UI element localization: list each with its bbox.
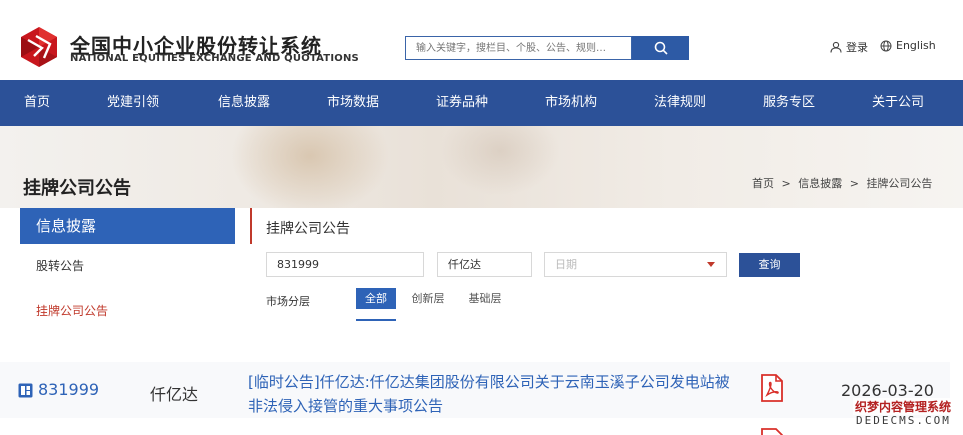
search-input[interactable] [405, 36, 632, 60]
sidebar-list: 股转公告 挂牌公司公告 [20, 244, 235, 322]
nav-item-disclosure[interactable]: 信息披露 [218, 80, 270, 126]
breadcrumb-separator: > [849, 177, 859, 190]
banner-decoration [230, 126, 390, 208]
breadcrumb-home[interactable]: 首页 [752, 177, 774, 190]
user-icon [830, 41, 842, 53]
search-button[interactable] [632, 36, 689, 60]
query-button[interactable]: 查询 [739, 253, 800, 277]
tier-tab-basic[interactable]: 基础层 [465, 288, 505, 309]
company-name-input[interactable]: 仟亿达 [437, 252, 532, 277]
nav-item-institutions[interactable]: 市场机构 [545, 80, 597, 126]
neeq-logo-icon[interactable] [18, 26, 60, 68]
site-header: 全国中小企业股份转让系统 NATIONAL EQUITIES EXCHANGE … [0, 0, 963, 80]
date-select[interactable]: 日期 [544, 252, 727, 277]
stock-badge-icon [18, 383, 33, 398]
tier-active-underline [356, 319, 396, 321]
tier-tab-all[interactable]: 全部 [356, 288, 396, 309]
nav-item-services[interactable]: 服务专区 [763, 80, 815, 126]
globe-icon [880, 40, 892, 51]
page-banner [0, 126, 963, 208]
sidebar-item-listed-company-notices[interactable]: 挂牌公司公告 [36, 302, 108, 319]
watermark-text-cn: 织梦内容管理系统 [853, 398, 954, 415]
logo-title-en[interactable]: NATIONAL EQUITIES EXCHANGE AND QUOTATION… [70, 53, 359, 64]
language-switch[interactable]: English [880, 39, 936, 52]
sidebar-item-neeq-notices[interactable]: 股转公告 [36, 257, 84, 274]
nav-item-market-data[interactable]: 市场数据 [327, 80, 379, 126]
breadcrumb-disclosure[interactable]: 信息披露 [798, 177, 842, 190]
result-stock-code[interactable]: 831999 [38, 380, 99, 399]
page: 全国中小企业股份转让系统 NATIONAL EQUITIES EXCHANGE … [0, 0, 963, 435]
watermark-text-en: DEDECMS.COM [856, 414, 951, 427]
pdf-icon[interactable] [760, 428, 784, 435]
nav-item-about[interactable]: 关于公司 [872, 80, 924, 126]
panel-accent-bar [250, 208, 252, 244]
search-icon [654, 41, 668, 55]
panel-title: 挂牌公司公告 [266, 221, 350, 237]
result-company-name: 仟亿达 [150, 385, 199, 404]
nav-item-party[interactable]: 党建引领 [107, 80, 159, 126]
section-gap [0, 322, 963, 362]
result-notice-title[interactable]: [临时公告]仟亿达:仟亿达集团股份有限公司关于云南玉溪子公司发电站被非法侵入接管… [248, 370, 738, 418]
breadcrumb: 首页 > 信息披露 > 挂牌公司公告 [752, 175, 932, 191]
pdf-icon[interactable] [760, 374, 784, 402]
sidebar-header[interactable]: 信息披露 [20, 208, 235, 244]
page-title: 挂牌公司公告 [23, 178, 131, 199]
language-label: English [896, 39, 936, 52]
login-label: 登录 [846, 41, 868, 54]
main-nav: 首页 党建引领 信息披露 市场数据 证券品种 市场机构 法律规则 服务专区 关于… [0, 80, 963, 126]
breadcrumb-current: 挂牌公司公告 [866, 177, 933, 190]
nav-item-home[interactable]: 首页 [24, 80, 50, 126]
nav-item-securities[interactable]: 证券品种 [436, 80, 488, 126]
banner-decoration [440, 126, 560, 196]
breadcrumb-separator: > [781, 177, 791, 190]
login-link[interactable]: 登录 [830, 39, 868, 55]
nav-item-rules[interactable]: 法律规则 [654, 80, 706, 126]
market-tier-label: 市场分层 [266, 295, 310, 308]
caret-down-icon[interactable] [707, 262, 715, 267]
stock-code-input[interactable]: 831999 [266, 252, 424, 277]
tier-tab-innovation[interactable]: 创新层 [408, 288, 448, 309]
